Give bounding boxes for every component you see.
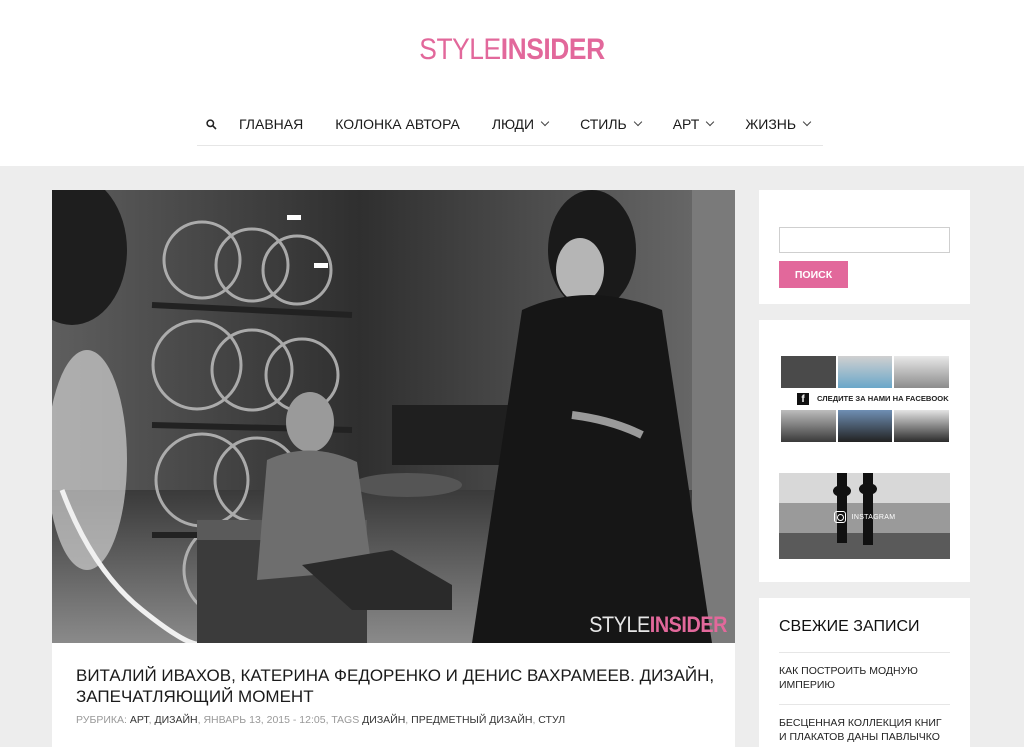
tag-link-object-design[interactable]: ПРЕДМЕТНЫЙ ДИЗАЙН xyxy=(411,714,532,726)
site-header: STYLEINSIDER ГЛАВНАЯ КОЛОНКА АВТОРА ЛЮДИ… xyxy=(0,0,1024,166)
facebook-box[interactable]: f СЛЕДИТЕ ЗА НАМИ НА FACEBOOK xyxy=(781,356,950,442)
recent-post-link[interactable]: Бесценная коллекция книг и плакатов Даны… xyxy=(779,716,950,744)
watermark-part-insider: INSIDER xyxy=(649,612,728,637)
recent-posts-widget: Свежие записи Как построить модную импер… xyxy=(759,598,970,747)
nav-item-label: ЛЮДИ xyxy=(491,116,535,132)
nav-item-label: ГЛАВНАЯ xyxy=(239,116,304,132)
facebook-icon: f xyxy=(797,392,809,405)
divider xyxy=(779,652,950,653)
nav-item-people[interactable]: ЛЮДИ xyxy=(491,116,550,132)
nav-item-author-column[interactable]: КОЛОНКА АВТОРА xyxy=(335,116,460,132)
category-link-art[interactable]: АРТ xyxy=(130,714,149,726)
nav-item-home[interactable]: ГЛАВНАЯ xyxy=(239,116,303,132)
featured-post: STYLEINSIDER Виталий Ивахов, Катерина Фе… xyxy=(52,190,735,747)
facebook-photo xyxy=(837,410,893,442)
instagram-box[interactable]: INSTAGRAM xyxy=(779,473,950,559)
instagram-link[interactable]: INSTAGRAM xyxy=(779,509,950,525)
search-input[interactable] xyxy=(779,227,950,253)
facebook-photo-row xyxy=(781,410,950,442)
photo-illustration xyxy=(52,190,735,643)
logo-part-insider: INSIDER xyxy=(500,33,605,66)
facebook-follow-label: СЛЕДИТЕ ЗА НАМИ НА FACEBOOK xyxy=(817,394,949,403)
facebook-photo xyxy=(894,356,950,388)
watermark-part-style: STYLE xyxy=(589,612,650,637)
nav-item-style[interactable]: СТИЛЬ xyxy=(580,116,642,132)
facebook-photo xyxy=(781,410,836,442)
post-featured-image[interactable]: STYLEINSIDER xyxy=(52,190,735,643)
facebook-photo xyxy=(837,356,893,388)
post-date: ЯНВАРЬ 13, 2015 - 12:05, xyxy=(203,714,329,726)
nav-item-label: КОЛОНКА АВТОРА xyxy=(335,116,460,132)
post-title[interactable]: Виталий Ивахов, Катерина Федоренко и Ден… xyxy=(76,665,716,707)
image-watermark: STYLEINSIDER xyxy=(589,613,727,637)
facebook-photo xyxy=(781,356,836,388)
nav-item-label: АРТ xyxy=(672,116,700,132)
tag-link-design[interactable]: ДИЗАЙН xyxy=(362,714,405,726)
chevron-down-icon xyxy=(540,117,550,127)
recent-post-link[interactable]: Как построить модную империю xyxy=(779,664,950,692)
facebook-follow-link[interactable]: f СЛЕДИТЕ ЗА НАМИ НА FACEBOOK xyxy=(781,389,949,408)
tags-label: TAGS xyxy=(331,714,360,726)
chevron-down-icon xyxy=(633,117,642,127)
post-meta: РУБРИКА: АРТ, ДИЗАЙН, ЯНВАРЬ 13, 2015 - … xyxy=(76,714,716,726)
nav-item-label: СТИЛЬ xyxy=(580,116,627,132)
nav-item-art[interactable]: АРТ xyxy=(672,116,715,132)
logo-part-style: STYLE xyxy=(419,33,501,66)
category-label: РУБРИКА: xyxy=(76,714,127,726)
tag-link-chair[interactable]: СТУЛ xyxy=(538,714,565,726)
nav-item-life[interactable]: ЖИЗНЬ xyxy=(745,116,812,132)
instagram-label: INSTAGRAM xyxy=(851,513,896,521)
search-icon[interactable] xyxy=(197,114,225,134)
main-nav: ГЛАВНАЯ КОЛОНКА АВТОРА ЛЮДИ СТИЛЬ АРТ ЖИ… xyxy=(197,103,823,146)
facebook-photo xyxy=(894,410,950,442)
facebook-photo-row xyxy=(781,356,950,388)
site-logo[interactable]: STYLEINSIDER xyxy=(61,33,962,67)
divider xyxy=(779,704,950,705)
category-link-design[interactable]: ДИЗАЙН xyxy=(154,714,197,726)
search-widget: ПОИСК xyxy=(759,190,970,304)
search-button[interactable]: ПОИСК xyxy=(779,261,848,288)
chevron-down-icon xyxy=(706,117,715,127)
nav-item-label: ЖИЗНЬ xyxy=(745,116,797,132)
social-widget: f СЛЕДИТЕ ЗА НАМИ НА FACEBOOK INSTAGRAM xyxy=(759,320,970,582)
instagram-icon xyxy=(833,511,846,523)
chevron-down-icon xyxy=(802,117,812,127)
recent-posts-title: Свежие записи xyxy=(779,618,920,635)
